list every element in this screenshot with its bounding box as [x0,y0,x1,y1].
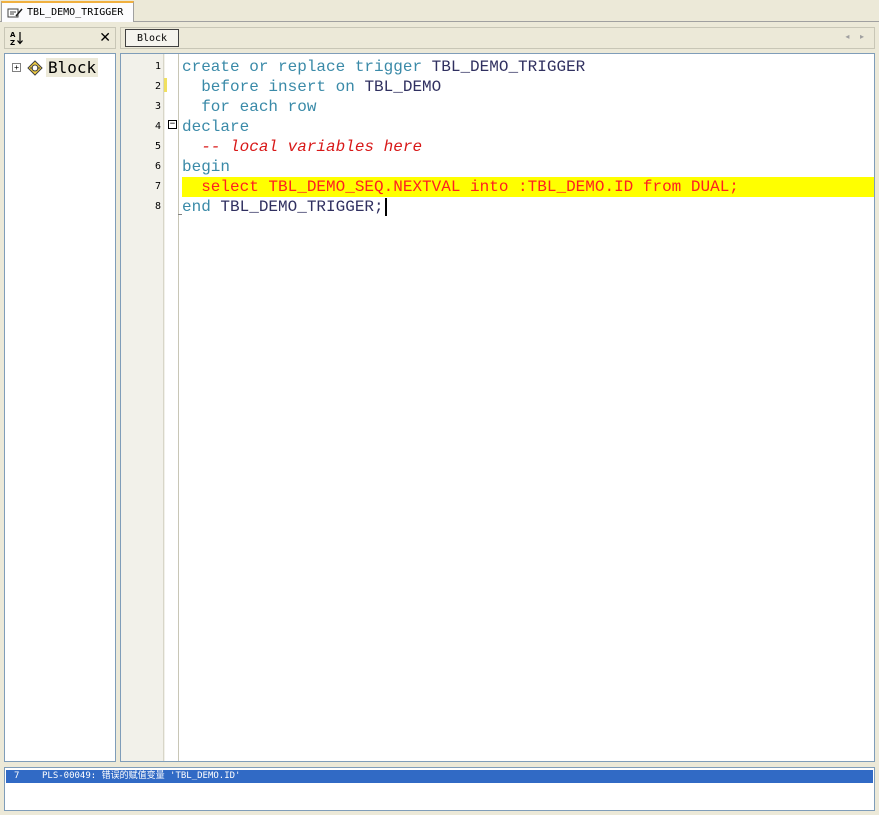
document-tab-strip: TBL_DEMO_TRIGGER [0,0,879,22]
code-token: before insert on [182,78,365,96]
code-line[interactable]: declare [182,117,874,137]
code-line[interactable]: end TBL_DEMO_TRIGGER; [182,197,874,217]
code-editor[interactable]: − 1 2 3 4 5 6 7 8 create or replace trigger TBL_… [120,53,875,762]
line-number: 2 [154,81,161,92]
tree-node-block[interactable]: + Block [12,58,99,77]
tab-scroll-arrows-icon[interactable]: ◂ ▸ [845,32,868,41]
code-line[interactable]: before insert on TBL_DEMO [182,77,874,97]
fold-collapse-icon[interactable]: − [168,120,177,129]
code-line[interactable]: for each row [182,97,874,117]
error-line-number: 7 [14,771,20,781]
code-line[interactable]: create or replace trigger TBL_DEMO_TRIGG… [182,57,874,77]
compile-errors-pane: 7 PLS-00049: 错误的赋值变量 'TBL_DEMO.ID' [4,767,875,811]
code-token: end [182,198,221,216]
error-message-row[interactable]: 7 PLS-00049: 错误的赋值变量 'TBL_DEMO.ID' [6,770,873,783]
code-token: TBL_DEMO_TRIGGER [431,58,586,76]
svg-text:Z: Z [10,39,15,46]
sort-az-icon[interactable]: A Z [9,30,25,46]
line-number: 1 [154,61,161,72]
line-number: 8 [154,201,161,212]
close-icon[interactable]: ✕ [99,30,111,46]
trigger-icon [7,7,23,19]
code-token: TBL_DEMO_TRIGGER; [220,198,384,216]
line-number: 4 [154,121,161,132]
editor-toolbar: Block ◂ ▸ [120,27,875,49]
fold-guide [178,54,179,761]
line-number: 7 [154,181,161,192]
text-caret [384,197,387,216]
code-token: declare [182,118,250,136]
code-token: -- local variables here [182,138,423,156]
tree-node-label: Block [46,58,99,77]
code-line[interactable]: begin [182,157,874,177]
code-token: for each row [182,98,317,116]
block-button[interactable]: Block [125,29,179,47]
line-number: 5 [154,141,161,152]
line-number: 3 [154,101,161,112]
line-number: 6 [154,161,161,172]
modified-line-marker [164,78,167,92]
code-token: begin [182,158,231,176]
code-token: TBL_DEMO [364,78,442,96]
block-icon [27,59,43,76]
code-line-error[interactable]: select TBL_DEMO_SEQ.NEXTVAL into :TBL_DE… [182,177,874,197]
svg-text:A: A [10,31,16,39]
object-tree: + Block [4,53,116,762]
error-message-text: PLS-00049: 错误的赋值变量 'TBL_DEMO.ID' [42,771,241,781]
code-line[interactable]: -- local variables here [182,137,874,157]
code-token: select TBL_DEMO_SEQ.NEXTVAL into :TBL_DE… [182,178,739,196]
expand-icon[interactable]: + [12,63,21,72]
gutter-divider [163,54,164,761]
code-token: create or replace trigger [182,58,432,76]
object-tree-toolbar: A Z ✕ [4,27,116,49]
tab-title: TBL_DEMO_TRIGGER [27,7,124,18]
document-tab[interactable]: TBL_DEMO_TRIGGER [1,1,134,22]
